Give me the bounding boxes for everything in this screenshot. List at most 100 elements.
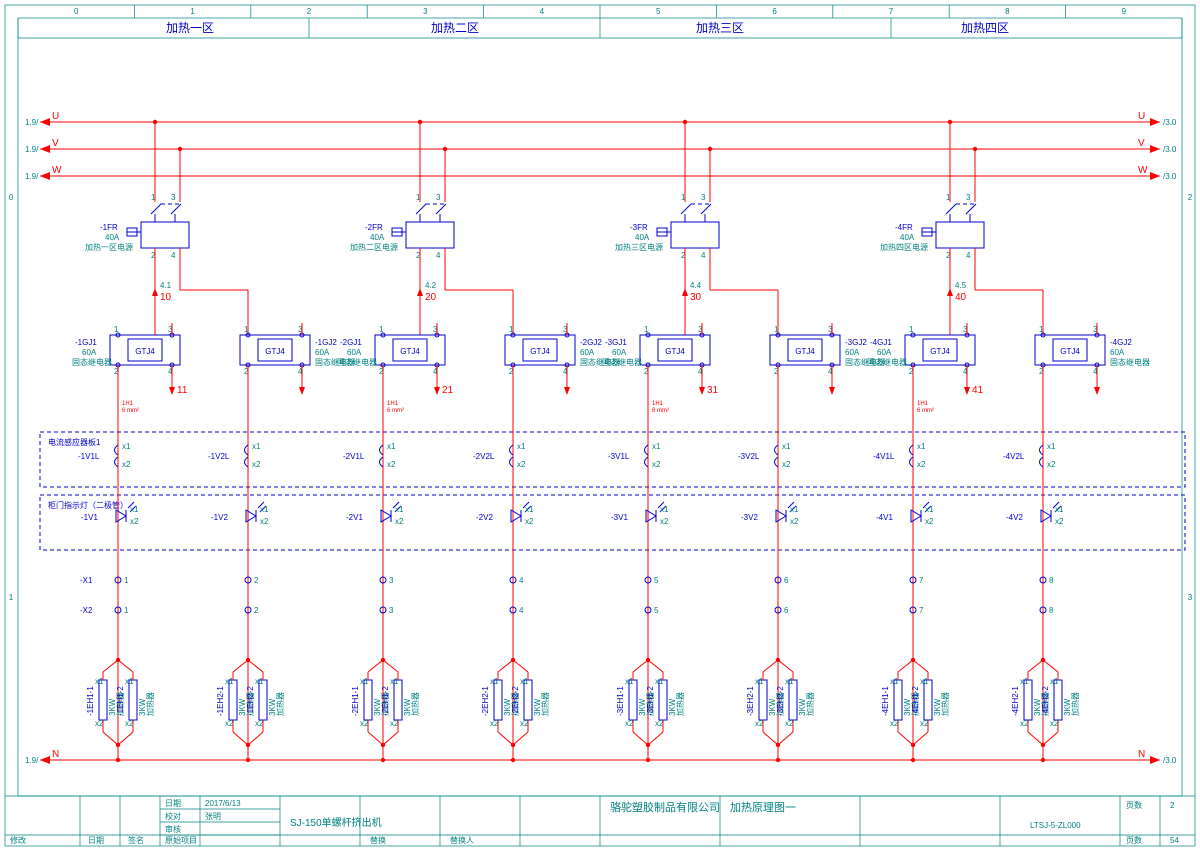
svg-text:x2: x2 — [652, 460, 661, 469]
svg-text:x1: x1 — [920, 677, 929, 686]
svg-text:3: 3 — [701, 193, 706, 202]
svg-text:加热原理图一: 加热原理图一 — [730, 801, 796, 814]
svg-text:x1: x1 — [652, 442, 661, 451]
svg-text:-1EH1-2: -1EH1-2 — [116, 686, 125, 716]
row-ruler: 0123 — [9, 193, 1193, 602]
svg-text:加热二区: 加热二区 — [431, 21, 479, 35]
svg-text:x1: x1 — [1050, 677, 1059, 686]
svg-text:-2GJ2: -2GJ2 — [580, 338, 602, 347]
svg-text:-2EH2-2: -2EH2-2 — [511, 686, 520, 716]
svg-text:-2EH2-1: -2EH2-1 — [481, 686, 490, 716]
svg-text:1: 1 — [151, 193, 156, 202]
svg-text:3: 3 — [1188, 593, 1193, 602]
svg-text:x2: x2 — [655, 719, 664, 728]
svg-text:-1EH2-2: -1EH2-2 — [246, 686, 255, 716]
svg-text:5: 5 — [654, 606, 659, 615]
svg-text:U: U — [52, 111, 59, 122]
svg-text:1: 1 — [774, 325, 779, 334]
svg-text:x2: x2 — [660, 517, 669, 526]
svg-text:11: 11 — [177, 385, 188, 396]
svg-text:x1: x1 — [255, 677, 264, 686]
svg-text:加热器: 加热器 — [675, 692, 685, 716]
svg-text:x1: x1 — [890, 677, 899, 686]
svg-text:GTJ4: GTJ4 — [930, 347, 950, 356]
led-box-label: 柜门指示灯（二极管） — [48, 500, 128, 510]
svg-text:40A: 40A — [635, 233, 650, 242]
svg-text:加热器: 加热器 — [805, 692, 815, 716]
svg-text:x2: x2 — [252, 460, 261, 469]
svg-text:x1: x1 — [655, 677, 664, 686]
svg-text:页数: 页数 — [1126, 835, 1142, 845]
svg-text:6: 6 — [772, 7, 777, 16]
svg-text:骆驼塑胶制品有限公司: 骆驼塑胶制品有限公司 — [610, 800, 720, 814]
svg-text:21: 21 — [442, 385, 454, 396]
svg-text:加热四区: 加热四区 — [961, 21, 1009, 35]
svg-text:40A: 40A — [105, 233, 120, 242]
svg-text:8: 8 — [1049, 576, 1054, 585]
svg-text:x1: x1 — [225, 677, 234, 686]
svg-text:1: 1 — [124, 606, 129, 615]
svg-text:2: 2 — [254, 606, 259, 615]
svg-text:1.9/: 1.9/ — [25, 172, 39, 181]
svg-text:x2: x2 — [625, 719, 634, 728]
svg-text:x1: x1 — [360, 677, 369, 686]
svg-text:加热三区电源: 加热三区电源 — [615, 242, 663, 252]
svg-text:1H1: 1H1 — [122, 401, 134, 407]
svg-text:GTJ4: GTJ4 — [530, 347, 550, 356]
svg-text:x1: x1 — [252, 442, 261, 451]
svg-text:-1GJ2: -1GJ2 — [315, 338, 337, 347]
svg-text:x1: x1 — [790, 505, 799, 514]
svg-text:x1: x1 — [395, 505, 404, 514]
svg-text:4: 4 — [519, 576, 524, 585]
svg-text:固态继电器: 固态继电器 — [867, 357, 907, 367]
svg-text:10: 10 — [160, 292, 172, 303]
svg-text:60A: 60A — [315, 348, 330, 357]
svg-text:41: 41 — [972, 385, 984, 396]
svg-text:1: 1 — [416, 193, 421, 202]
svg-text:-4FR: -4FR — [895, 223, 913, 232]
svg-text:8: 8 — [1049, 606, 1054, 615]
svg-text:N: N — [52, 749, 59, 760]
svg-text:x2: x2 — [925, 517, 934, 526]
svg-text:修改: 修改 — [10, 835, 26, 845]
svg-text:x1: x1 — [660, 505, 669, 514]
svg-text:1: 1 — [190, 7, 195, 16]
svg-text:-1V2L: -1V2L — [208, 452, 230, 461]
svg-text:1: 1 — [509, 325, 514, 334]
svg-text:-3V1L: -3V1L — [608, 452, 630, 461]
svg-text:x1: x1 — [525, 505, 534, 514]
svg-text:x2: x2 — [755, 719, 764, 728]
svg-text:x2: x2 — [790, 517, 799, 526]
svg-text:x1: x1 — [125, 677, 134, 686]
svg-text:x2: x2 — [255, 719, 264, 728]
svg-text:30: 30 — [690, 292, 702, 303]
svg-text:x2: x2 — [782, 460, 791, 469]
svg-text:4.2: 4.2 — [425, 281, 437, 290]
svg-text:固态继电器: 固态继电器 — [602, 357, 642, 367]
svg-text:x1: x1 — [782, 442, 791, 451]
svg-text:4: 4 — [540, 7, 545, 16]
svg-text:60A: 60A — [580, 348, 595, 357]
svg-text:-3GJ2: -3GJ2 — [845, 338, 867, 347]
svg-text:1H1: 1H1 — [917, 401, 929, 407]
svg-text:加热四区电源: 加热四区电源 — [880, 242, 928, 252]
svg-text:1.9/: 1.9/ — [25, 756, 39, 765]
svg-text:6: 6 — [784, 606, 789, 615]
svg-text:GTJ4: GTJ4 — [795, 347, 815, 356]
svg-text:1: 1 — [114, 325, 119, 334]
svg-text:GTJ4: GTJ4 — [265, 347, 285, 356]
svg-text:9: 9 — [1122, 7, 1127, 16]
svg-text:加热一区电源: 加热一区电源 — [85, 242, 133, 252]
svg-text:W: W — [52, 165, 62, 176]
svg-text:4: 4 — [701, 251, 706, 260]
svg-text:x2: x2 — [920, 719, 929, 728]
svg-text:x1: x1 — [1047, 442, 1056, 451]
svg-text:校对: 校对 — [165, 811, 181, 821]
svg-text:7: 7 — [919, 576, 924, 585]
svg-text:-4V2L: -4V2L — [1003, 452, 1025, 461]
svg-text:-3EH2-1: -3EH2-1 — [746, 686, 755, 716]
svg-text:6: 6 — [784, 576, 789, 585]
svg-text:x2: x2 — [525, 517, 534, 526]
svg-text:-3EH1-1: -3EH1-1 — [616, 686, 625, 716]
svg-text:3: 3 — [389, 606, 394, 615]
